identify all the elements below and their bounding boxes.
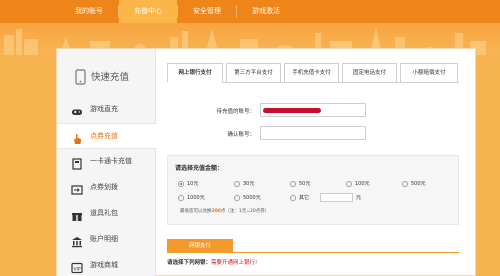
account-input[interactable]: [260, 103, 366, 117]
sidebar-item-label: 游戏直充: [90, 105, 118, 113]
amount-box: 请选择充值金额： 10元 30元 50元 100元 500元 1000元 500…: [167, 155, 459, 225]
sidebar-item-game-direct[interactable]: 游戏直充: [57, 97, 156, 123]
card-icon: [71, 155, 83, 170]
sidebar-title: 快速充值: [57, 57, 156, 93]
radio-button[interactable]: [234, 195, 240, 201]
watermark-logo: Bai度经验: [388, 226, 469, 247]
tab-small-payment[interactable]: 小额赔偿支付: [400, 63, 458, 83]
top-nav: 我的账号 充值中心 安全管理 游戏激活: [0, 0, 500, 23]
confirm-label: 确认账号：: [227, 132, 255, 138]
radio-button[interactable]: [178, 195, 184, 201]
sidebar-item-label: 账户明细: [90, 235, 118, 243]
radio-button[interactable]: [178, 181, 184, 187]
yuan-unit-label: 元: [356, 195, 362, 201]
sidebar-item-account-details[interactable]: 账户明细: [57, 227, 156, 253]
option-label: 1000元: [187, 195, 205, 201]
nav-my-account[interactable]: 我的账号: [60, 0, 118, 23]
transfer-icon: [71, 181, 83, 195]
ebank-tab[interactable]: 网银支付: [167, 239, 233, 253]
nav-recharge-center[interactable]: 充值中心: [119, 0, 177, 23]
radio-button[interactable]: [290, 181, 296, 187]
vip-icon: VIP: [71, 259, 83, 274]
bank-warning: 需要开通网上银行!: [211, 260, 258, 266]
tab-online-banking[interactable]: 网上银行支付: [167, 63, 223, 83]
confirm-account-input[interactable]: [260, 126, 366, 140]
tab-mobile-card[interactable]: 手机充值卡支付: [284, 63, 339, 83]
sidebar-item-label: 道具礼包: [90, 209, 118, 217]
radio-button[interactable]: [290, 195, 296, 201]
amount-title: 请选择充值金额：: [175, 165, 224, 172]
sidebar-item-card-recharge[interactable]: 一卡通卡充值: [57, 149, 156, 175]
phone-icon: [75, 69, 86, 89]
sidebar-item-label: 一卡通卡充值: [90, 157, 132, 165]
exchange-points: 200: [211, 209, 221, 214]
nav-game-activation[interactable]: 游戏激活: [237, 0, 295, 23]
radio-button[interactable]: [402, 181, 408, 187]
svg-text:VIP: VIP: [73, 266, 80, 272]
sidebar-title-label: 快速充值: [91, 72, 130, 83]
option-label: 5000元: [243, 195, 261, 201]
sidebar: 快速充值 游戏直充 点券充值 一卡通卡充值 点券划拨 道具礼包 账户明细 VIP…: [57, 49, 157, 276]
option-label: 100元: [355, 181, 370, 187]
sidebar-item-game-mall[interactable]: VIP 游戏商城: [57, 253, 156, 276]
amount-option-other[interactable]: 其它 元: [290, 193, 370, 202]
exchange-note: 最低您可以兑换200点（注：1元=20点券）: [180, 209, 270, 214]
nav-security[interactable]: 安全管理: [178, 0, 236, 23]
sidebar-item-coupon-transfer[interactable]: 点券划拨: [57, 175, 156, 201]
redacted-account: [263, 108, 321, 113]
option-label: 50元: [299, 181, 311, 187]
sidebar-item-label: 点券划拨: [90, 183, 118, 191]
ebank-divider: [167, 252, 459, 253]
sidebar-item-coupon-recharge[interactable]: 点券充值: [57, 123, 157, 149]
option-label: 10元: [187, 181, 199, 187]
account-label: 待充值的账号：: [216, 109, 255, 115]
bank-icon: [71, 233, 83, 248]
radio-button[interactable]: [234, 181, 240, 187]
hand-pointer-icon: [71, 130, 83, 144]
gift-icon: [71, 207, 83, 221]
sidebar-item-gift-pack[interactable]: 道具礼包: [57, 201, 156, 227]
sidebar-item-label: 点券充值: [90, 132, 118, 140]
tab-third-party[interactable]: 第三方平台支付: [226, 63, 281, 83]
tab-landline[interactable]: 固定电话支付: [342, 63, 397, 83]
gamepad-icon: [71, 103, 83, 115]
sidebar-item-label: 游戏商城: [90, 261, 118, 269]
payment-tabs: 网上银行支付 第三方平台支付 手机充值卡支付 固定电话支付 小额赔偿支付: [167, 63, 459, 83]
option-label: 500元: [411, 181, 426, 187]
radio-button[interactable]: [346, 181, 352, 187]
option-label: 30元: [243, 181, 255, 187]
other-amount-input[interactable]: [320, 193, 353, 202]
bank-prompt: 请选择下列网银：需要开通网上银行!: [167, 260, 258, 266]
option-label: 其它: [299, 195, 310, 201]
